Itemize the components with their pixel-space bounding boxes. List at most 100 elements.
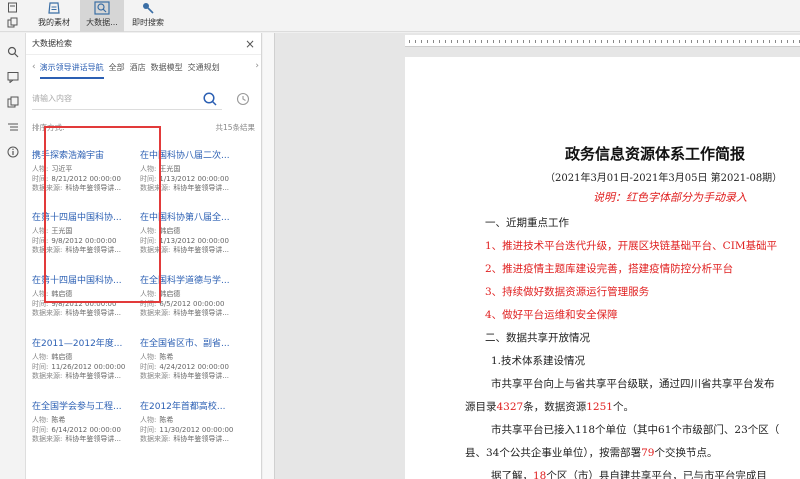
result-title[interactable]: 在全国学会参与工程... — [32, 401, 142, 413]
source-value: 科协年鉴领导讲... — [65, 372, 122, 380]
source-value: 科协年鉴领导讲... — [173, 246, 230, 254]
search-icon[interactable] — [6, 45, 20, 59]
result-person: 人物: 王光国 — [32, 227, 142, 237]
time-value: 4/24/2012 00:00:00 — [159, 362, 229, 371]
search-input[interactable] — [32, 94, 192, 103]
result-count: 共15条结果 — [215, 122, 255, 132]
tab-leader-speech-nav[interactable]: 演示领导讲话导航 — [39, 62, 104, 79]
chevron-left-icon[interactable]: ‹ — [32, 62, 36, 72]
result-card[interactable]: 在中国科协第八届全... 人物: 韩启德 时间: 1/13/2012 00:00:0… — [140, 212, 250, 256]
ruler-tick — [541, 40, 542, 43]
result-title[interactable]: 在全国省区市、副省... — [140, 338, 250, 350]
tab-data-model[interactable]: 数据模型 — [151, 62, 183, 73]
ruler-tick — [475, 40, 476, 43]
result-title[interactable]: 在2012年首都高校... — [140, 401, 250, 413]
ruler-tick — [409, 40, 410, 43]
ruler-tick — [733, 40, 734, 43]
source-value: 科协年鉴领导讲... — [173, 435, 230, 443]
history-icon[interactable] — [236, 92, 250, 106]
person-key: 人物: — [32, 165, 49, 173]
p2b-n: 79 — [641, 447, 655, 459]
source-key: 数据来源: — [32, 435, 63, 443]
time-value: 6/14/2012 00:00:00 — [51, 425, 121, 434]
result-card[interactable]: 在第十四届中国科协... 人物: 韩启德 时间: 9/8/2012 00:00:00… — [32, 275, 142, 319]
result-time: 时间: 11/30/2012 00:00:00 — [140, 426, 250, 436]
tab-all[interactable]: 全部 — [109, 62, 125, 73]
p1b-n2: 1251 — [586, 401, 613, 413]
result-title[interactable]: 在第十四届中国科协... — [32, 212, 142, 224]
ruler-tick — [463, 40, 464, 43]
tab-hotel[interactable]: 酒店 — [130, 62, 146, 73]
result-title[interactable]: 携手探索浩瀚宇宙 — [32, 150, 142, 162]
result-card[interactable]: 在2011—2012年度... 人物: 韩启德 时间: 11/26/2012 00:… — [32, 338, 142, 382]
copy-icon[interactable] — [6, 17, 18, 28]
time-value: 9/8/2012 00:00:00 — [51, 299, 117, 308]
chevron-right-icon[interactable]: › — [255, 61, 259, 71]
ruler-tick — [553, 40, 554, 43]
person-value: 韩启德 — [51, 290, 73, 298]
result-title[interactable]: 在2011—2012年度... — [32, 338, 142, 350]
time-key: 时间: — [32, 299, 49, 308]
result-card[interactable]: 在全国省区市、副省... 人物: 陈希 时间: 4/24/2012 00:00:00… — [140, 338, 250, 382]
person-key: 人物: — [140, 165, 157, 173]
info-icon[interactable] — [6, 145, 20, 159]
result-title[interactable]: 在中国科协第八届全... — [140, 212, 250, 224]
source-value: 科协年鉴领导讲... — [65, 309, 122, 317]
ruler-tick — [499, 40, 500, 43]
result-title[interactable]: 在中国科协八届二次... — [140, 150, 250, 162]
person-value: 王光国 — [159, 165, 181, 173]
ruler-tick — [739, 40, 740, 43]
result-card[interactable]: 在第十四届中国科协... 人物: 王光国 时间: 9/8/2012 00:00:00… — [32, 212, 142, 256]
outline-icon[interactable] — [6, 120, 20, 134]
ruler-tick — [757, 40, 758, 43]
source-key: 数据来源: — [32, 372, 63, 380]
ruler-tick — [601, 40, 602, 43]
time-key: 时间: — [140, 425, 157, 434]
pages-icon[interactable] — [6, 95, 20, 109]
doc-para-1a: 市共享平台向上与省共享平台级联，通过四川省共享平台发布 — [491, 378, 775, 390]
my-materials-button[interactable]: 我的素材 — [36, 0, 72, 32]
ruler-tick — [493, 40, 494, 43]
search-data-icon — [94, 1, 110, 15]
tab-traffic-planning[interactable]: 交通规划 — [188, 62, 220, 73]
doc-item-2: 2、推进疫情主题库建设完善，搭建疫情防控分析平台 — [485, 263, 734, 275]
person-key: 人物: — [32, 290, 49, 298]
result-person: 人物: 韩启德 — [32, 290, 142, 300]
result-person: 人物: 韩启德 — [140, 290, 250, 300]
result-card[interactable]: 携手探索浩瀚宇宙 人物: 习近平 时间: 8/21/2012 00:00:00 数据… — [32, 150, 142, 194]
result-title[interactable]: 在全国科学道德与学... — [140, 275, 250, 287]
comment-icon[interactable] — [6, 70, 20, 84]
time-value: 1/13/2012 00:00:00 — [159, 174, 229, 183]
time-value: 1/13/2012 00:00:00 — [159, 236, 229, 245]
doc-para-2a: 市共享平台已接入118个单位（其中61个市级部门、23个区（ — [491, 424, 780, 436]
doc-sub-1: 1.技术体系建设情况 — [491, 355, 586, 367]
result-source: 数据来源: 科协年鉴领导讲... — [140, 435, 250, 445]
ruler-tick — [481, 40, 482, 43]
horizontal-ruler — [405, 35, 800, 47]
document-icon[interactable] — [6, 2, 18, 13]
result-source: 数据来源: 科协年鉴领导讲... — [140, 184, 250, 194]
big-data-button[interactable]: 大数据... — [80, 0, 124, 32]
result-card[interactable]: 在全国科学道德与学... 人物: 韩启德 时间: 6/5/2012 00:00:00… — [140, 275, 250, 319]
document-page[interactable]: 政务信息资源体系工作简报 （2021年3月01日-2021年3月05日 第202… — [405, 57, 800, 479]
result-card[interactable]: 在全国学会参与工程... 人物: 陈希 时间: 6/14/2012 00:00:00… — [32, 401, 142, 445]
instant-search-label: 即时搜索 — [132, 18, 164, 27]
doc-para-2b: 县、34个公共企事业单位），按需部署79个交换节点。 — [465, 445, 718, 460]
search-icon[interactable] — [202, 91, 218, 107]
source-value: 科协年鉴领导讲... — [65, 246, 122, 254]
result-title[interactable]: 在第十四届中国科协... — [32, 275, 142, 287]
source-value: 科协年鉴领导讲... — [65, 435, 122, 443]
p3-post: 个区（市）县自建共享平台，已与市平台完成目 — [546, 470, 767, 479]
pin-search-icon — [140, 1, 156, 15]
source-key: 数据来源: — [140, 246, 171, 254]
panel-header: 大数据检索 × — [26, 33, 261, 55]
close-icon[interactable]: × — [245, 37, 255, 51]
result-card[interactable]: 在中国科协八届二次... 人物: 王光国 时间: 1/13/2012 00:00:0… — [140, 150, 250, 194]
instant-search-button[interactable]: 即时搜索 — [130, 0, 166, 32]
time-key: 时间: — [32, 174, 49, 183]
ruler-tick — [631, 40, 632, 43]
sort-label[interactable]: 排序方式: — [32, 122, 65, 133]
ruler-tick — [517, 40, 518, 43]
result-card[interactable]: 在2012年首都高校... 人物: 陈希 时间: 11/30/2012 00:00:… — [140, 401, 250, 445]
ruler-tick — [487, 40, 488, 43]
